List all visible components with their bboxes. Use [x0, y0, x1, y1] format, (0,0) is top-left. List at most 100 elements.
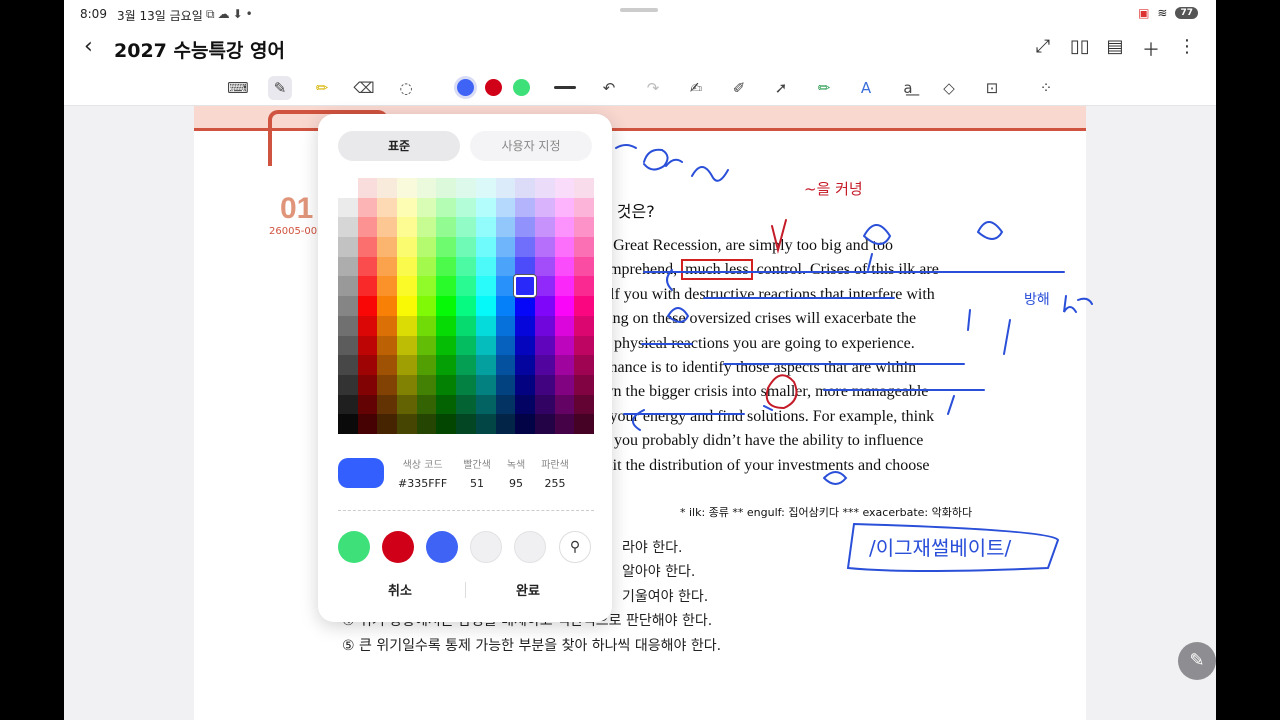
color-grid-cell[interactable]: [475, 296, 496, 316]
color-grid-cell[interactable]: [515, 374, 535, 395]
color-grid-cell[interactable]: [338, 296, 358, 316]
color-grid-cell[interactable]: [456, 256, 476, 277]
color-grid-cell[interactable]: [534, 178, 555, 198]
color-grid-cell[interactable]: [574, 315, 594, 336]
color-grid-cell[interactable]: [416, 335, 437, 356]
color-grid-cell[interactable]: [515, 414, 535, 434]
color-grid-cell[interactable]: [436, 276, 457, 297]
color-grid-cell[interactable]: [456, 414, 476, 434]
color-grid-cell[interactable]: [456, 296, 476, 316]
color-grid-cell[interactable]: [495, 276, 516, 297]
color-grid-cell[interactable]: [397, 394, 417, 415]
color-grid-cell[interactable]: [534, 394, 555, 415]
color-grid-cell[interactable]: [475, 335, 496, 356]
color-grid-cell[interactable]: [377, 296, 398, 316]
color-grid-cell[interactable]: [357, 296, 378, 316]
color-grid-cell[interactable]: [377, 315, 398, 336]
color-grid-cell[interactable]: [416, 355, 437, 375]
arrow-pen-icon[interactable]: ➚: [769, 76, 793, 100]
color-grid-cell[interactable]: [495, 237, 516, 257]
redo-icon[interactable]: ↷: [641, 76, 665, 100]
shapes-icon[interactable]: ◇: [937, 76, 961, 100]
color-grid-cell[interactable]: [416, 315, 437, 336]
color-grid-cell[interactable]: [574, 256, 594, 277]
color-grid-cell[interactable]: [397, 217, 417, 238]
color-grid-cell[interactable]: [456, 276, 476, 297]
hex-value[interactable]: 색상 코드 #335FFF: [398, 456, 447, 490]
color-grid-cell[interactable]: [475, 315, 496, 336]
color-grid-cell[interactable]: [574, 374, 594, 395]
color-grid-cell[interactable]: [377, 394, 398, 415]
color-grid-cell[interactable]: [534, 335, 555, 356]
color-grid-cell[interactable]: [515, 178, 535, 198]
color-grid-cell[interactable]: [534, 237, 555, 257]
color-grid-cell[interactable]: [554, 256, 575, 277]
color-grid-cell[interactable]: [495, 296, 516, 316]
color-grid-cell[interactable]: [574, 197, 594, 218]
color-grid-cell[interactable]: [475, 197, 496, 218]
color-grid-cell[interactable]: [436, 315, 457, 336]
color-grid-cell[interactable]: [357, 315, 378, 336]
color-grid-cell[interactable]: [357, 217, 378, 238]
color-grid-cell[interactable]: [495, 315, 516, 336]
color-grid-cell[interactable]: [436, 414, 457, 434]
color-grid-cell[interactable]: [377, 178, 398, 198]
color-grid-cell[interactable]: [456, 335, 476, 356]
color-grid-cell[interactable]: [554, 217, 575, 238]
lasso-icon[interactable]: ◌: [394, 76, 418, 100]
color-grid-cell[interactable]: [515, 394, 535, 415]
color-grid-cell[interactable]: [397, 296, 417, 316]
color-grid-cell[interactable]: [515, 237, 535, 257]
color-grid-cell[interactable]: [574, 178, 594, 198]
color-grid-cell[interactable]: [534, 296, 555, 316]
red-value[interactable]: 빨간색 51: [463, 456, 491, 490]
color-grid-cell[interactable]: [416, 197, 437, 218]
color-grid-cell[interactable]: [475, 394, 496, 415]
color-grid-cell[interactable]: [436, 374, 457, 395]
color-grid-cell[interactable]: [554, 335, 575, 356]
shape-pen-icon[interactable]: ✍: [684, 76, 708, 100]
color-grid-cell[interactable]: [397, 335, 417, 356]
color-grid-cell[interactable]: [495, 197, 516, 218]
floating-pen-button[interactable]: ✎: [1178, 642, 1216, 680]
color-grid-cell[interactable]: [357, 374, 378, 395]
color-grid-cell[interactable]: [357, 355, 378, 375]
color-grid[interactable]: [338, 178, 594, 434]
color-grid-cell[interactable]: [495, 335, 516, 356]
color-grid-cell[interactable]: [397, 276, 417, 297]
done-button[interactable]: 완료: [516, 580, 540, 599]
color-grid-cell[interactable]: [416, 256, 437, 277]
tab-standard[interactable]: 표준: [338, 131, 460, 161]
color-grid-cell[interactable]: [456, 394, 476, 415]
color-grid-cell[interactable]: [475, 178, 496, 198]
choice-item[interactable]: ⑤ 큰 위기일수록 통제 가능한 부분을 찾아 하나씩 대응해야 한다.: [342, 634, 721, 658]
color-grid-cell[interactable]: [456, 374, 476, 395]
color-grid-cell[interactable]: [357, 178, 378, 198]
color-green[interactable]: [513, 79, 530, 96]
color-grid-cell[interactable]: [534, 276, 555, 297]
color-grid-cell[interactable]: [397, 374, 417, 395]
color-grid-cell[interactable]: [357, 237, 378, 257]
color-grid-cell[interactable]: [534, 414, 555, 434]
color-grid-cell[interactable]: [397, 178, 417, 198]
color-grid-cell[interactable]: [456, 197, 476, 218]
color-grid-cell[interactable]: [436, 296, 457, 316]
empty-swatch[interactable]: [514, 531, 546, 563]
more-icon[interactable]: ⋮: [1178, 36, 1196, 62]
color-grid-cell[interactable]: [534, 217, 555, 238]
color-grid-cell[interactable]: [357, 394, 378, 415]
recent-swatch-red[interactable]: [382, 531, 414, 563]
color-grid-cell[interactable]: [554, 197, 575, 218]
color-grid-cell[interactable]: [377, 237, 398, 257]
color-grid-cell[interactable]: [416, 374, 437, 395]
color-grid-cell[interactable]: [534, 374, 555, 395]
color-grid-cell[interactable]: [554, 178, 575, 198]
color-grid-cell[interactable]: [377, 414, 398, 434]
color-grid-cell[interactable]: [416, 414, 437, 434]
color-grid-cell[interactable]: [436, 237, 457, 257]
color-grid-cell[interactable]: [338, 197, 358, 218]
color-grid-cell[interactable]: [554, 296, 575, 316]
color-grid-cell[interactable]: [416, 296, 437, 316]
color-grid-cell[interactable]: [534, 315, 555, 336]
color-grid-cell[interactable]: [436, 178, 457, 198]
